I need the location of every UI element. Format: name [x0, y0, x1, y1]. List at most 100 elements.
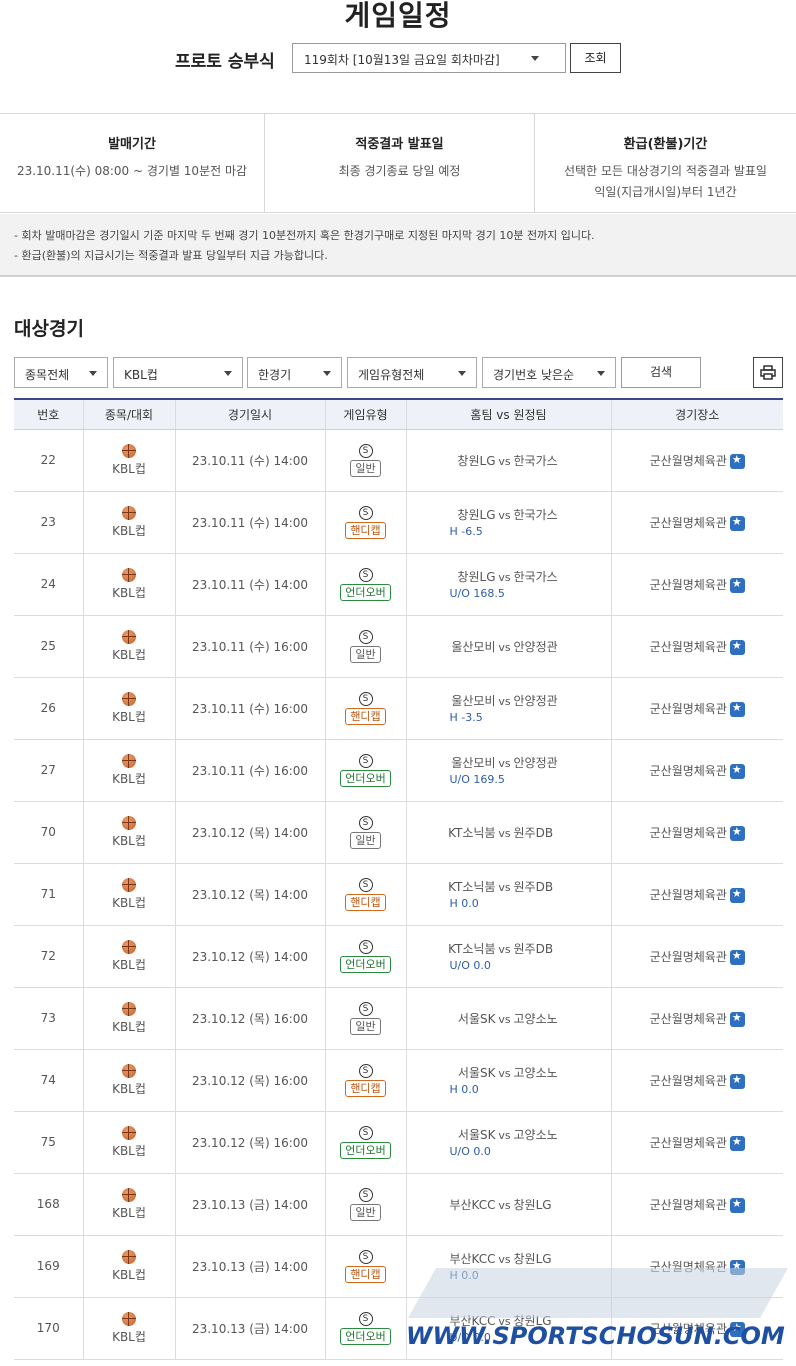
star-icon[interactable]: [729, 453, 745, 469]
basketball-icon: [122, 1063, 136, 1078]
line-value: U/O 0.0: [449, 959, 491, 972]
game-type-cell: S 핸디캡: [324, 863, 406, 926]
star-icon[interactable]: [729, 763, 745, 779]
star-icon[interactable]: [729, 1259, 745, 1275]
league-name: KBL컵: [112, 1081, 146, 1096]
game-number: 168: [14, 1173, 83, 1236]
venue-name: 군산월명체육관: [649, 1135, 727, 1150]
star-icon[interactable]: [729, 515, 745, 531]
filter-search-button[interactable]: 검색: [621, 357, 701, 388]
star-icon[interactable]: [729, 1011, 745, 1027]
order-select[interactable]: 경기번호 낮은순: [482, 357, 616, 388]
game-number: 27: [14, 739, 83, 802]
s-mark-icon: S: [358, 1063, 373, 1078]
sport-cell: KBL컵: [82, 553, 175, 616]
game-number: 73: [14, 987, 83, 1050]
round-search-button[interactable]: 조회: [570, 43, 621, 73]
game-number: 170: [14, 1297, 83, 1360]
venue-cell: 군산월명체육관: [610, 801, 783, 864]
game-type-badge: 언더오버: [340, 955, 391, 973]
vs-label: vs: [498, 881, 511, 894]
star-icon[interactable]: [729, 1197, 745, 1213]
game-datetime: 23.10.13 (금) 14:00: [174, 1297, 325, 1360]
game-type-badge: 핸디캡: [345, 521, 386, 539]
game-type-value: 게임유형전체: [358, 368, 425, 382]
basketball-icon: [122, 1187, 136, 1202]
star-icon[interactable]: [729, 701, 745, 717]
game-type-cell: S 언더오버: [324, 1111, 406, 1174]
home-team: 서울SK: [457, 1128, 496, 1142]
teams-cell: 울산모비 vs 안양정관 H -3.5: [405, 677, 611, 740]
s-mark-icon: S: [358, 1125, 373, 1140]
sale-info-box: 발매기간 23.10.11(수) 08:00 ~ 경기별 10분전 마감 적중결…: [0, 113, 796, 213]
venue-name: 군산월명체육관: [649, 949, 727, 964]
s-mark-icon: S: [358, 1311, 373, 1326]
printer-icon: [760, 365, 776, 380]
venue-cell: 군산월명체육관: [610, 1297, 783, 1360]
table-row: 74 KBL컵 23.10.12 (목) 16:00 S 핸디캡 서울SK vs 고양소노 H …: [14, 1049, 783, 1112]
teams-cell: 부산KCC vs 창원LG: [405, 1173, 611, 1236]
game-datetime: 23.10.11 (수) 16:00: [174, 615, 325, 678]
star-icon[interactable]: [729, 949, 745, 965]
round-select[interactable]: 119회차 [10월13일 금요일 회차마감]: [292, 43, 566, 73]
basketball-icon: [122, 753, 136, 768]
teams-cell: 서울SK vs 고양소노 U/O 0.0: [405, 1111, 611, 1174]
notice-line-2: - 환급(환불)의 지급시기는 적중결과 발표 당일부터 지급 가능합니다.: [14, 249, 328, 262]
teams-cell: 서울SK vs 고양소노 H 0.0: [405, 1049, 611, 1112]
game-datetime: 23.10.11 (수) 14:00: [174, 553, 325, 616]
home-team: 부산KCC: [449, 1197, 496, 1212]
venue-name: 군산월명체육관: [649, 1259, 727, 1274]
table-header-row: 번호 종목/대회 경기일시 게임유형 홈팀 vs 원정팀 경기장소: [14, 398, 783, 430]
game-datetime: 23.10.12 (목) 16:00: [174, 1049, 325, 1112]
teams-cell: KT소닉붐 vs 원주DB U/O 0.0: [405, 925, 611, 988]
game-type-select[interactable]: 게임유형전체: [347, 357, 477, 388]
star-icon[interactable]: [729, 887, 745, 903]
star-icon[interactable]: [729, 1135, 745, 1151]
game-number: 74: [14, 1049, 83, 1112]
vs-label: vs: [498, 1129, 511, 1142]
s-mark-icon: S: [358, 629, 373, 644]
chevron-down-icon: [458, 371, 466, 376]
league-filter-select[interactable]: KBL컵: [113, 357, 243, 388]
venue-cell: 군산월명체육관: [610, 987, 783, 1050]
game-datetime: 23.10.12 (목) 16:00: [174, 1111, 325, 1174]
league-filter-value: KBL컵: [124, 368, 158, 382]
venue-cell: 군산월명체육관: [610, 1111, 783, 1174]
game-number: 71: [14, 863, 83, 926]
sport-cell: KBL컵: [82, 615, 175, 678]
s-mark-icon: S: [358, 443, 373, 458]
single-game-value: 한경기: [258, 368, 292, 382]
league-name: KBL컵: [112, 957, 146, 972]
teams-cell: 창원LG vs 한국가스 U/O 168.5: [405, 553, 611, 616]
home-team: 창원LG: [457, 570, 496, 584]
vs-label: vs: [498, 826, 511, 840]
star-icon[interactable]: [729, 1073, 745, 1089]
basketball-icon: [122, 1125, 136, 1140]
star-icon[interactable]: [729, 639, 745, 655]
home-team: KT소닉붐: [448, 825, 496, 840]
venue-cell: 군산월명체육관: [610, 429, 783, 492]
venue-name: 군산월명체육관: [649, 453, 727, 468]
sport-cell: KBL컵: [82, 1111, 175, 1174]
venue-cell: 군산월명체육관: [610, 1173, 783, 1236]
home-team: 서울SK: [457, 1011, 496, 1026]
away-team: 한국가스: [513, 570, 558, 584]
home-team: KT소닉붐: [448, 880, 496, 894]
basketball-icon: [122, 877, 136, 892]
star-icon[interactable]: [729, 1321, 745, 1337]
away-team: 원주DB: [513, 880, 554, 894]
home-team: 창원LG: [457, 453, 496, 468]
single-game-select[interactable]: 한경기: [247, 357, 342, 388]
venue-name: 군산월명체육관: [649, 577, 727, 592]
away-team: 고양소노: [513, 1066, 558, 1080]
game-datetime: 23.10.11 (수) 14:00: [174, 429, 325, 492]
game-number: 72: [14, 925, 83, 988]
print-button[interactable]: [753, 357, 783, 388]
star-icon[interactable]: [729, 577, 745, 593]
home-team: 서울SK: [457, 1066, 496, 1080]
sport-filter-select[interactable]: 종목전체: [14, 357, 108, 388]
refund-period-line-1: 선택한 모든 대상경기의 적중결과 발표일: [564, 164, 767, 178]
col-header-datetime: 경기일시: [174, 398, 325, 430]
star-icon[interactable]: [729, 825, 745, 841]
line-value: H 0.0: [449, 897, 479, 910]
